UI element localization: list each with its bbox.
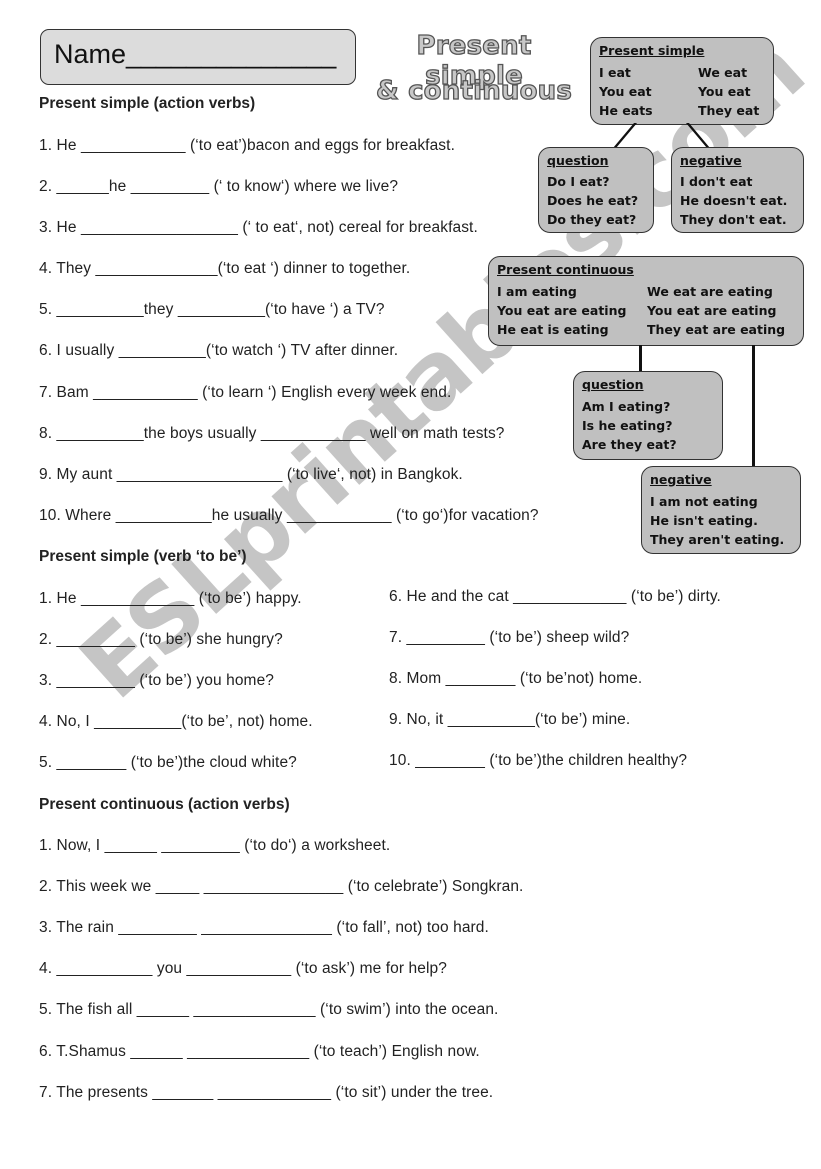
exercise-item: 4. ___________ you ____________ (‘to ask… — [39, 960, 447, 977]
section-title: Present simple (verb ‘to be’) — [39, 548, 247, 565]
exercise-item: 1. He _____________ (‘to be’) happy. — [39, 590, 302, 607]
connector-line — [639, 345, 642, 372]
pc-negative-box: negative I am not eating He isn't eating… — [641, 466, 801, 554]
exercise-item: 7. Bam ____________ (‘to learn ‘) Englis… — [39, 384, 452, 401]
conjugation: They eat are eating — [647, 322, 786, 337]
example: They don't eat. — [680, 212, 787, 227]
exercise-item: 4. They ______________(‘to eat ‘) dinner… — [39, 260, 411, 277]
exercise-item: 8. __________the boys usually __________… — [39, 425, 505, 442]
example: Am I eating? — [582, 399, 671, 414]
conjugation: You eat are eating — [647, 303, 777, 318]
ps-question-box: question Do I eat? Does he eat? Do they … — [538, 147, 654, 233]
exercise-item: 9. No, it __________(‘to be’) mine. — [389, 711, 631, 728]
exercise-item: 8. Mom ________ (‘to be’not) home. — [389, 670, 643, 687]
section-title: Present continuous (action verbs) — [39, 796, 290, 813]
exercise-item: 3. The rain _________ _______________ (‘… — [39, 919, 489, 936]
present-simple-box: Present simple I eat You eat He eats We … — [590, 37, 774, 125]
exercise-item: 6. T.Shamus ______ ______________ (‘to t… — [39, 1043, 480, 1060]
exercise-item: 5. __________they __________(‘to have ‘)… — [39, 301, 385, 318]
exercise-item: 3. He __________________ (‘ to eat‘, not… — [39, 219, 478, 236]
example: He doesn't eat. — [680, 193, 788, 208]
exercise-item: 3. _________ (‘to be’) you home? — [39, 672, 275, 689]
exercise-item: 1. Now, I ______ _________ (‘to do‘) a w… — [39, 837, 391, 854]
example: Do they eat? — [547, 212, 637, 227]
box-heading: Present simple — [599, 43, 705, 58]
pc-question-box: question Am I eating? Is he eating? Are … — [573, 371, 723, 460]
example: Do I eat? — [547, 174, 610, 189]
exercise-item: 4. No, I __________(‘to be’, not) home. — [39, 713, 313, 730]
conjugation: They eat — [698, 103, 760, 118]
example: Does he eat? — [547, 193, 639, 208]
exercise-item: 6. He and the cat _____________ (‘to be’… — [389, 588, 721, 605]
ps-negative-box: negative I don't eat He doesn't eat. The… — [671, 147, 804, 233]
example: Are they eat? — [582, 437, 677, 452]
exercise-item: 5. ________ (‘to be’)the cloud white? — [39, 754, 297, 771]
box-heading: question — [582, 377, 644, 392]
box-heading: question — [547, 153, 609, 168]
conjugation: He eats — [599, 103, 653, 118]
worksheet-title-line2: & continuous — [375, 75, 573, 106]
conjugation: I am eating — [497, 284, 577, 299]
conjugation: You eat — [599, 84, 652, 99]
example: I don't eat — [680, 174, 753, 189]
connector-line — [752, 345, 755, 467]
conjugation: We eat are eating — [647, 284, 773, 299]
conjugation: You eat — [698, 84, 751, 99]
exercise-item: 2. This week we _____ ________________ (… — [39, 878, 524, 895]
example: Is he eating? — [582, 418, 673, 433]
exercise-item: 10. Where ___________he usually ________… — [39, 507, 539, 524]
conjugation: You eat are eating — [497, 303, 627, 318]
exercise-item: 7. _________ (‘to be’) sheep wild? — [389, 629, 630, 646]
box-heading: negative — [650, 472, 712, 487]
conjugation: We eat — [698, 65, 748, 80]
exercise-item: 2. _________ (‘to be’) she hungry? — [39, 631, 283, 648]
box-heading: negative — [680, 153, 742, 168]
exercise-item: 5. The fish all ______ ______________ (‘… — [39, 1001, 499, 1018]
conjugation: I eat — [599, 65, 631, 80]
exercise-item: 2. ______he _________ (‘ to know‘) where… — [39, 178, 399, 195]
exercise-item: 10. ________ (‘to be’)the children healt… — [389, 752, 688, 769]
example: They aren't eating. — [650, 532, 785, 547]
name-label: Name______________ — [54, 39, 337, 69]
exercise-item: 7. The presents _______ _____________ (‘… — [39, 1084, 494, 1101]
conjugation: He eat is eating — [497, 322, 609, 337]
present-continuous-box: Present continuous I am eating You eat a… — [488, 256, 804, 346]
exercise-item: 9. My aunt ___________________ (‘to live… — [39, 466, 463, 483]
example: I am not eating — [650, 494, 758, 509]
name-field-box[interactable]: Name______________ — [40, 29, 356, 85]
exercise-item: 1. He ____________ (‘to eat’)bacon and e… — [39, 137, 455, 154]
example: He isn't eating. — [650, 513, 758, 528]
box-heading: Present continuous — [497, 262, 634, 277]
section-title: Present simple (action verbs) — [39, 95, 256, 112]
exercise-item: 6. I usually __________(‘to watch ‘) TV … — [39, 342, 399, 359]
